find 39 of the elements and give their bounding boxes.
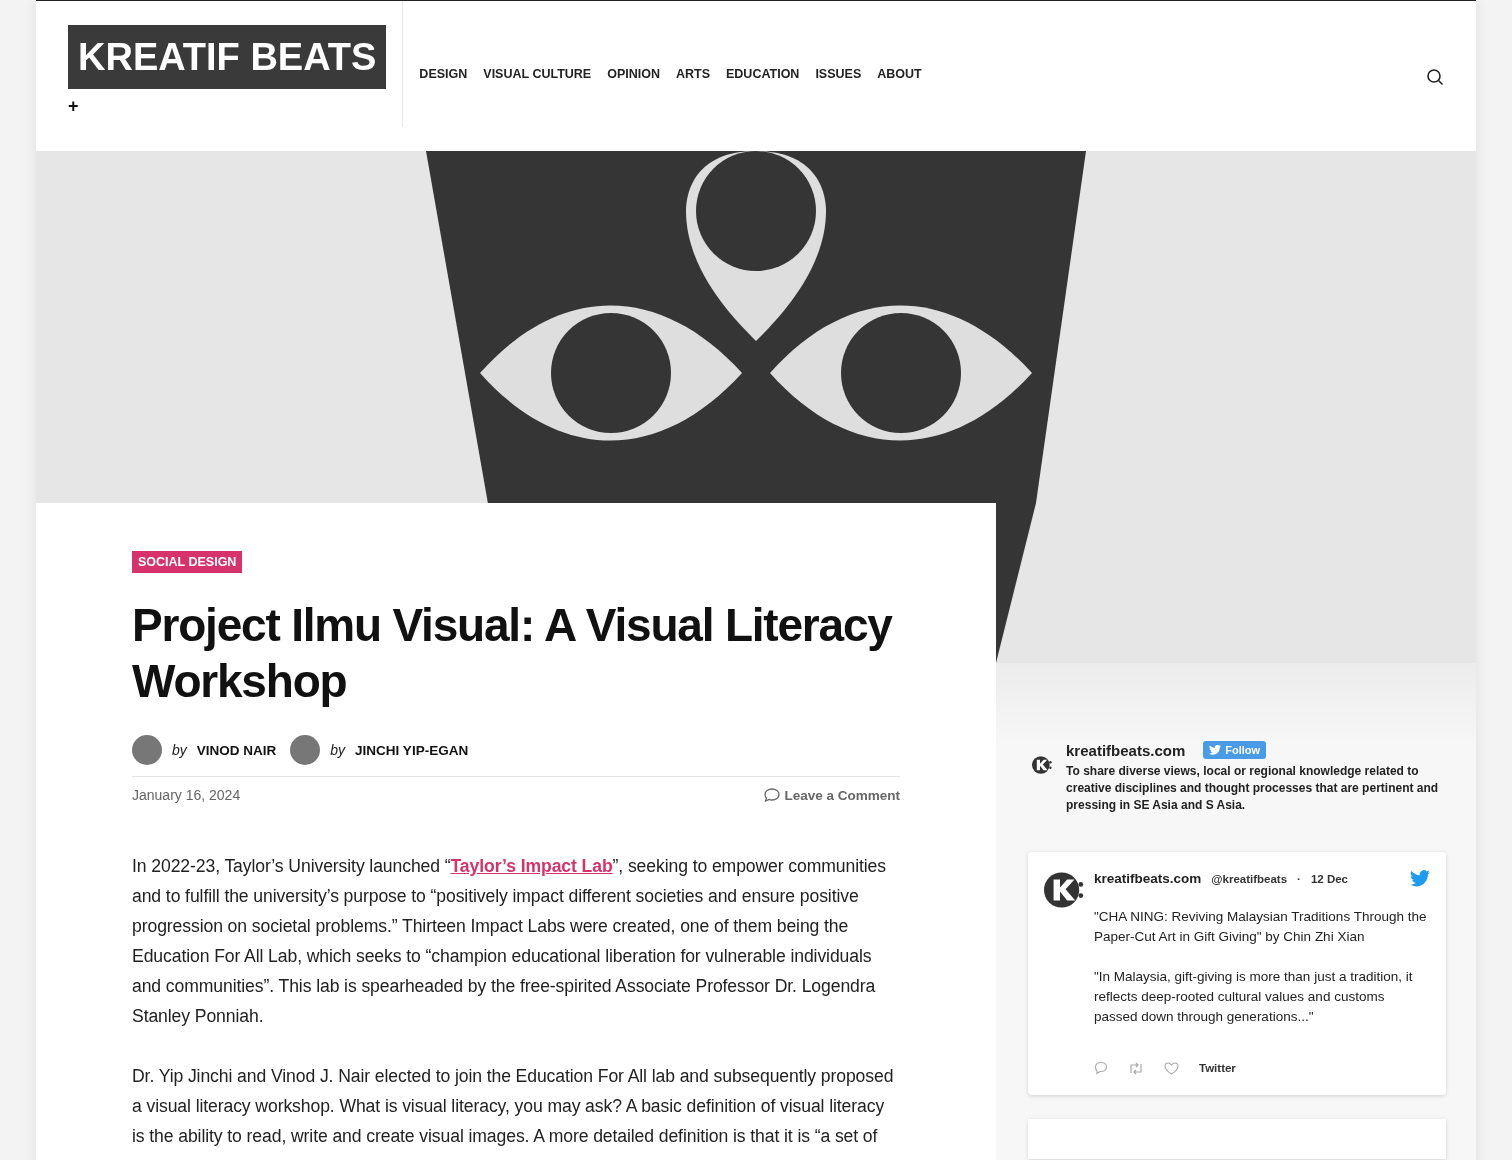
tweet-author[interactable]: kreatifbeats.com bbox=[1094, 871, 1202, 886]
nav-link[interactable]: DESIGN bbox=[419, 67, 468, 81]
tweet-avatar bbox=[1044, 870, 1084, 910]
nav-link[interactable]: EDUCATION bbox=[726, 67, 800, 81]
author-link[interactable]: JINCHI YIP-EGAN bbox=[355, 742, 469, 758]
nav-link[interactable]: ISSUES bbox=[815, 67, 862, 81]
profile-bio: To share diverse views, local or regional knowledge related to creative disciplines and thought processes that are pertinent and pressing in SE Asia and S Asia. bbox=[1066, 763, 1440, 814]
plus-toggle[interactable]: + bbox=[68, 99, 80, 113]
article-title: Project Ilmu Visual: A Visual Literacy Workshop bbox=[132, 598, 894, 709]
heart-icon[interactable] bbox=[1164, 1061, 1179, 1075]
tweet-date[interactable]: 12 Dec bbox=[1310, 872, 1348, 885]
body-paragraph: Dr. Yip Jinchi and Vinod J. Nair elected to join the Education For All lab and subsequently proposed a visual literacy workshop. What is visual literacy, you may ask? A basic definition of visual literacy is the ability to read, write and create visual images. A more detailed definition is that it is “a set of bbox=[132, 1065, 895, 1148]
tweet-text: "In Malaysia, gift-giving is more than just a tradition, it reflects deep-rooted cultural values and customs passed down through generations..." bbox=[1094, 968, 1414, 1026]
separator-dot: · bbox=[1297, 872, 1301, 885]
search-icon[interactable] bbox=[1426, 68, 1444, 86]
tweet-handle: @kreatifbeats bbox=[1211, 872, 1288, 885]
author-avatar bbox=[290, 735, 321, 765]
tweet-text: "CHA NING: Reviving Malaysian Traditions Through the Paper-Cut Art in Gift Giving" by Chin Zhi Xian bbox=[1094, 908, 1428, 946]
retweet-icon[interactable] bbox=[1128, 1061, 1144, 1075]
nav-link[interactable]: ARTS bbox=[675, 67, 710, 81]
bird-icon bbox=[1209, 745, 1222, 755]
author-link[interactable]: VINOD NAIR bbox=[196, 742, 277, 758]
bird-icon[interactable] bbox=[1410, 870, 1430, 887]
site-logo[interactable]: KREATIF BEATS bbox=[68, 25, 387, 89]
impact-lab-link[interactable]: Taylor’s Impact Lab bbox=[450, 856, 613, 876]
byline-label: by bbox=[172, 742, 187, 758]
profile-name[interactable]: kreatifbeats.com bbox=[1066, 741, 1186, 759]
comment-link[interactable]: Leave a Comment bbox=[764, 787, 900, 803]
nav-link[interactable]: ABOUT bbox=[877, 67, 922, 81]
nav-link[interactable]: VISUAL CULTURE bbox=[483, 67, 592, 81]
author-avatar bbox=[132, 735, 162, 765]
byline-label: by bbox=[330, 742, 346, 758]
source-label[interactable]: Twitter bbox=[1199, 1062, 1236, 1074]
post-date: January 16, 2024 bbox=[132, 787, 241, 803]
speech-bubble-icon bbox=[764, 788, 781, 802]
reply-icon[interactable] bbox=[1094, 1061, 1108, 1075]
nav-link[interactable]: OPINION bbox=[607, 67, 660, 81]
body-paragraph: In 2022-23, Taylor’s University launched “Taylor’s Impact Lab”, seeking to empower communities and to fulfill the university’s purpose to “positively impact different societies and ensure positive progression on societal problems.” Thirteen Impact Labs were created, one of them being the Education For All Lab, which seeks to “champion educational liberation for vulnerable individuals and communities”. This lab is spearheaded by the free-spirited Associate Professor Dr. Logendra Stanley Ponniah. bbox=[132, 855, 887, 1028]
category-tag[interactable]: SOCIAL DESIGN bbox=[132, 551, 243, 573]
